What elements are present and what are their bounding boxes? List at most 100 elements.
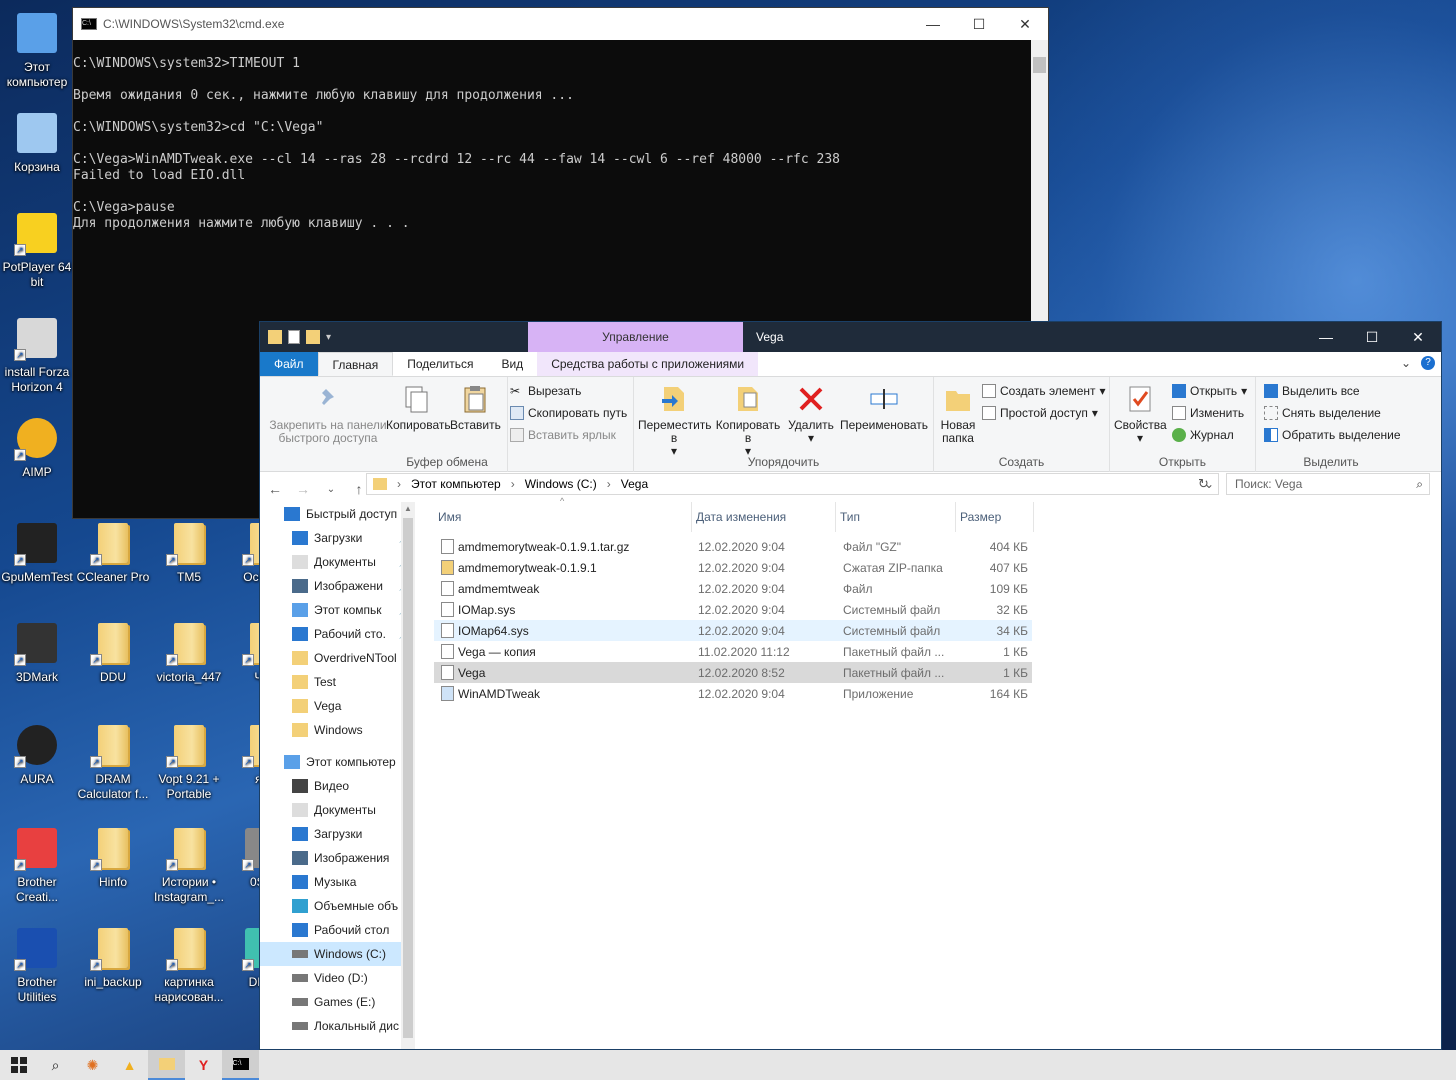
yandex-icon[interactable]: Y [185, 1050, 222, 1080]
cut-button[interactable]: ✂ Вырезать [510, 384, 581, 398]
search-icon[interactable]: ⌕ [37, 1050, 74, 1080]
desktop-icon[interactable]: ↗ DRAM Calculator f... [76, 722, 150, 802]
select-all-button[interactable]: Выделить все [1264, 384, 1360, 398]
tab-view[interactable]: Вид [487, 352, 537, 376]
copy-path-button[interactable]: Скопировать путь [510, 406, 627, 420]
file-row[interactable]: IOMap.sys 12.02.2020 9:04 Системный файл 32… [434, 599, 1032, 620]
breadcrumb-this-pc[interactable]: Этот компьютер [411, 477, 501, 491]
rename-button[interactable]: Переименовать [838, 383, 930, 432]
nav-item[interactable]: Видео [260, 774, 415, 798]
desktop-icon[interactable]: ↗ Vopt 9.21 + Portable [152, 722, 226, 802]
desktop-icon[interactable]: Корзина [0, 110, 74, 175]
nav-item[interactable]: Загрузки [260, 822, 415, 846]
column-date[interactable]: Дата изменения [692, 502, 836, 532]
nav-item[interactable]: Games (E:) [260, 990, 415, 1014]
nav-scrollbar[interactable]: ▲ [401, 502, 415, 1049]
file-row[interactable]: WinAMDTweak 12.02.2020 9:04 Приложение 164 … [434, 683, 1032, 704]
chevron-down-icon[interactable]: ⌄ [1401, 356, 1411, 370]
desktop-icon[interactable]: Этот компьютер [0, 10, 74, 90]
aimp-icon[interactable]: ▲ [111, 1050, 148, 1080]
desktop-icon[interactable]: ↗ DDU [76, 620, 150, 685]
maximize-icon[interactable]: ☐ [956, 8, 1002, 40]
file-row[interactable]: Vega 12.02.2020 8:52 Пакетный файл ... 1 КБ [434, 662, 1032, 683]
nav-item[interactable]: Windows (C:) [260, 942, 415, 966]
file-row[interactable]: amdmemtweak 12.02.2020 9:04 Файл 109 КБ [434, 578, 1032, 599]
desktop-icon[interactable]: ↗ TM5 [152, 520, 226, 585]
refresh-icon[interactable]: ↻ [1198, 476, 1209, 492]
new-item-button[interactable]: Создать элемент ▾ [982, 384, 1106, 398]
nav-item[interactable]: Test [260, 670, 415, 694]
file-row[interactable]: IOMap64.sys 12.02.2020 9:04 Системный файл… [434, 620, 1032, 641]
help-icon[interactable]: ? [1421, 356, 1435, 370]
desktop-icon[interactable]: ↗ install Forza Horizon 4 [0, 315, 74, 395]
invert-selection-button[interactable]: Обратить выделение [1264, 428, 1401, 442]
nav-item[interactable]: Документы [260, 798, 415, 822]
copy-to-button[interactable]: Копировать в ▾ [712, 383, 784, 458]
open-button[interactable]: Открыть ▾ [1172, 384, 1247, 398]
delete-button[interactable]: Удалить ▾ [786, 383, 836, 445]
nav-item[interactable]: Быстрый доступ [260, 502, 415, 526]
tab-home[interactable]: Главная [317, 352, 394, 376]
nav-item[interactable]: Локальный дис [260, 1014, 415, 1038]
minimize-icon[interactable]: — [1303, 322, 1349, 352]
close-icon[interactable]: ✕ [1002, 8, 1048, 40]
select-none-button[interactable]: Снять выделение [1264, 406, 1381, 420]
nav-item[interactable]: Vega [260, 694, 415, 718]
new-folder-button[interactable]: Новая папка [938, 383, 978, 445]
history-button[interactable]: Журнал [1172, 428, 1234, 442]
breadcrumb-vega[interactable]: Vega [621, 477, 648, 491]
desktop-icon[interactable]: ↗ картинка нарисован... [152, 925, 226, 1005]
start-icon[interactable] [0, 1050, 37, 1080]
move-to-button[interactable]: Переместить в ▾ [638, 383, 712, 458]
pin-quick-access-button[interactable]: Закрепить на панели быстрого доступа [266, 383, 390, 445]
desktop-icon[interactable]: ↗ PotPlayer 64 bit [0, 210, 74, 290]
tab-app-tools[interactable]: Средства работы с приложениями [537, 352, 759, 376]
tab-share[interactable]: Поделиться [393, 352, 487, 376]
nav-item[interactable]: Рабочий стол [260, 918, 415, 942]
explorer-icon[interactable] [148, 1050, 185, 1080]
cmd-icon[interactable]: C:\ [222, 1050, 259, 1080]
nav-item[interactable]: Рабочий сто.📌 [260, 622, 415, 646]
column-size[interactable]: Размер [956, 502, 1034, 532]
nav-item[interactable]: Документы📌 [260, 550, 415, 574]
nav-item[interactable]: Музыка [260, 870, 415, 894]
nav-item[interactable]: OverdriveNTool [260, 646, 415, 670]
properties-icon[interactable] [288, 330, 300, 344]
easy-access-button[interactable]: Простой доступ ▾ [982, 406, 1098, 420]
forward-arrow-icon[interactable]: → [294, 481, 312, 497]
file-row[interactable]: amdmemorytweak-0.1.9.1 12.02.2020 9:04 Сжа… [434, 557, 1032, 578]
edit-button[interactable]: Изменить [1172, 406, 1244, 420]
maximize-icon[interactable]: ☐ [1349, 322, 1395, 352]
nav-item[interactable]: Изображени📌 [260, 574, 415, 598]
recent-chevron-icon[interactable]: ⌄ [322, 484, 340, 495]
chevron-down-icon[interactable]: ▾ [326, 332, 331, 343]
paste-button[interactable]: Вставить [450, 383, 501, 432]
file-row[interactable]: amdmemorytweak-0.1.9.1.tar.gz 12.02.2020 … [434, 536, 1032, 557]
desktop-icon[interactable]: ↗ CCleaner Pro [76, 520, 150, 585]
desktop-icon[interactable]: ↗ 3DMark [0, 620, 74, 685]
back-arrow-icon[interactable]: ← [266, 481, 284, 497]
column-name[interactable]: Имя [434, 502, 692, 532]
nav-item[interactable]: Загрузки📌 [260, 526, 415, 550]
breadcrumb-drive-c[interactable]: Windows (C:) [525, 477, 597, 491]
address-bar[interactable]: › Этот компьютер › Windows (C:) › Vega ⌄ [366, 473, 1219, 495]
desktop-icon[interactable]: ↗ Brother Utilities [0, 925, 74, 1005]
search-input[interactable]: Поиск: Vega ⌕ [1226, 473, 1430, 495]
nav-item[interactable]: Windows [260, 718, 415, 742]
explorer-titlebar[interactable]: ▾ Управление Vega — ☐ ✕ [260, 322, 1441, 352]
paste-shortcut-button[interactable]: Вставить ярлык [510, 428, 616, 442]
desktop-icon[interactable]: ↗ victoria_447 [152, 620, 226, 685]
nav-item[interactable]: Video (D:) [260, 966, 415, 990]
desktop-icon[interactable]: ↗ Истории • Instagram_... [152, 825, 226, 905]
manage-tab[interactable]: Управление [528, 322, 743, 352]
desktop-icon[interactable]: ↗ AIMP [0, 415, 74, 480]
desktop-icon[interactable]: ↗ Brother Creati... [0, 825, 74, 905]
column-type[interactable]: Тип [836, 502, 956, 532]
nav-item[interactable]: Объемные объ [260, 894, 415, 918]
settings-icon[interactable]: ✺ [74, 1050, 111, 1080]
desktop-icon[interactable]: ↗ ini_backup [76, 925, 150, 990]
minimize-icon[interactable]: — [910, 8, 956, 40]
close-icon[interactable]: ✕ [1395, 322, 1441, 352]
tab-file[interactable]: Файл [260, 352, 318, 376]
nav-item[interactable]: Этот компьк📌 [260, 598, 415, 622]
